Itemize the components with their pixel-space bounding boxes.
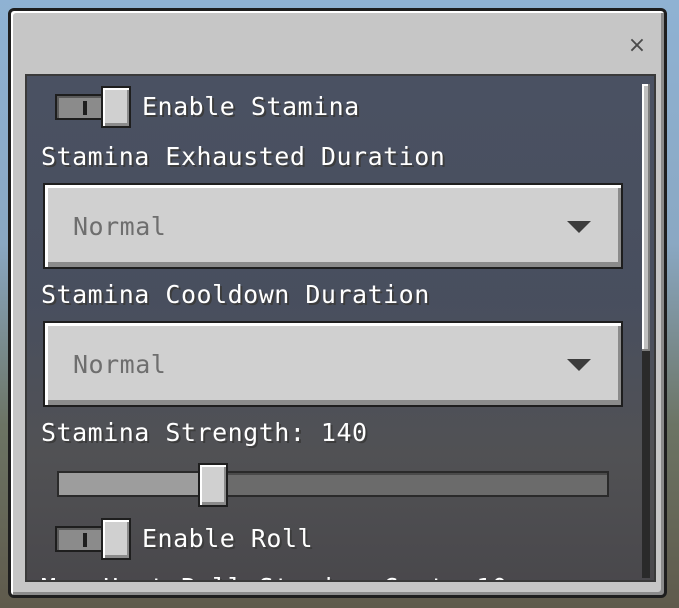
dropdown-selected-value: Normal	[73, 350, 167, 379]
enable-stamina-toggle[interactable]	[55, 86, 131, 128]
next-setting-label-partial: Max Hunt Roll Stamina Cost: 10	[41, 574, 508, 581]
stamina-strength-label: Stamina Strength: 140	[41, 418, 368, 447]
exhausted-duration-label: Stamina Exhausted Duration	[41, 142, 446, 171]
settings-list[interactable]: Enable Stamina Stamina Exhausted Duratio…	[25, 74, 656, 582]
chevron-down-icon	[567, 359, 591, 371]
chevron-down-icon	[567, 221, 591, 233]
toggle-on-mark	[83, 101, 87, 115]
toggle-knob	[101, 86, 131, 128]
close-icon: ×	[627, 33, 647, 58]
enable-stamina-label: Enable Stamina	[142, 92, 360, 121]
settings-dialog: × Enable Stamina Stamina Exhausted Durat…	[8, 8, 667, 598]
close-button[interactable]: ×	[626, 35, 648, 57]
toggle-on-mark	[83, 533, 87, 547]
toggle-knob	[101, 518, 131, 560]
slider-fill	[59, 473, 200, 495]
scrollbar-thumb[interactable]	[642, 84, 650, 351]
scrollbar[interactable]	[642, 84, 650, 578]
slider-thumb[interactable]	[198, 463, 228, 507]
stamina-strength-slider[interactable]	[57, 463, 609, 507]
cooldown-duration-label: Stamina Cooldown Duration	[41, 280, 430, 309]
exhausted-duration-dropdown[interactable]: Normal	[43, 183, 623, 269]
cooldown-duration-dropdown[interactable]: Normal	[43, 321, 623, 407]
enable-roll-label: Enable Roll	[142, 524, 314, 553]
dropdown-selected-value: Normal	[73, 212, 167, 241]
enable-roll-toggle[interactable]	[55, 518, 131, 560]
